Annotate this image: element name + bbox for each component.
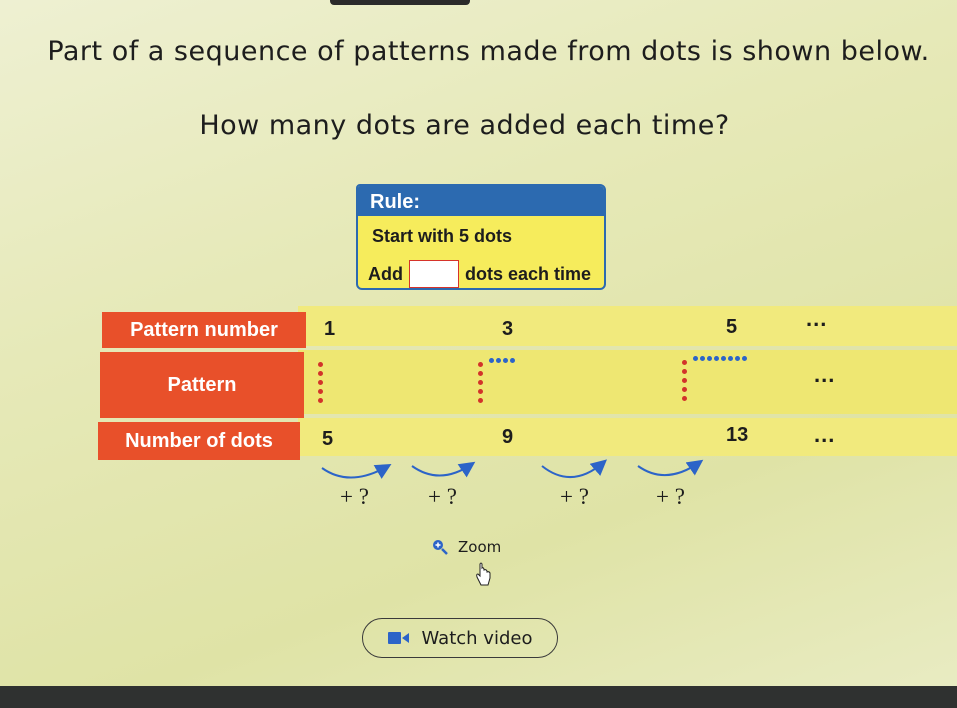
increment-arrow-2: [411, 461, 476, 478]
increment-label-1: + ?: [340, 484, 369, 509]
increment-arrow-1: [321, 463, 392, 479]
increment-arrow-4: [637, 459, 704, 477]
increment-arrows: [321, 459, 704, 479]
increment-label-4: + ?: [656, 484, 685, 509]
increment-label-2: + ?: [428, 484, 457, 509]
taskbar: [0, 686, 957, 708]
increment-label-3: + ?: [560, 484, 589, 509]
watch-video-button[interactable]: Watch video: [362, 618, 558, 658]
increment-arrow-3: [541, 459, 608, 479]
video-camera-icon: [387, 632, 409, 644]
zoom-button[interactable]: Zoom: [432, 538, 501, 556]
watch-video-label: Watch video: [421, 627, 533, 649]
hand-cursor-icon: [476, 562, 491, 586]
zoom-label: Zoom: [458, 538, 502, 556]
zoom-icon: [433, 540, 448, 555]
